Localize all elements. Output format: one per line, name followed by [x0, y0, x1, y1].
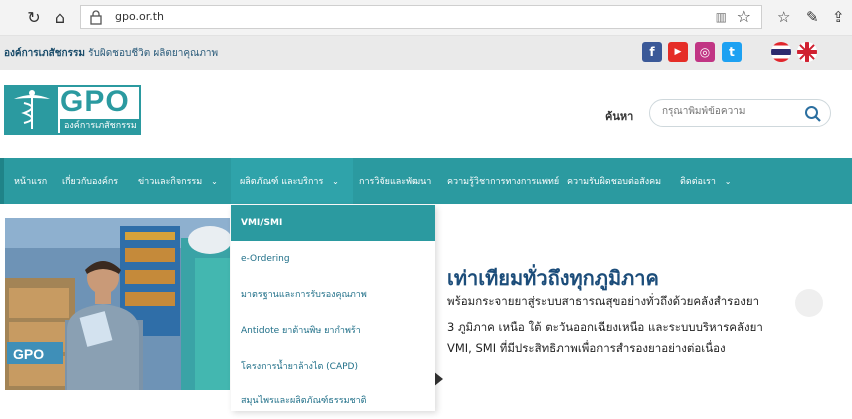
- nav-item-about[interactable]: เกี่ยวกับองค์กร: [62, 174, 118, 188]
- nav-item-label: ข่าวและกิจกรรม: [138, 177, 203, 187]
- favorites-list-icon[interactable]: ☆: [777, 8, 790, 26]
- org-name: องค์การเภสัชกรรม: [4, 48, 85, 59]
- search-label: ค้นหา: [605, 110, 634, 123]
- chevron-down-icon: ⌄: [724, 177, 732, 186]
- nav-item-label: การวิจัยและพัฒนา: [359, 177, 432, 187]
- nav-item-research[interactable]: การวิจัยและพัฒนา: [359, 174, 431, 188]
- nav-item-label: หน้าแรก: [14, 177, 48, 187]
- chevron-down-icon: ⌄: [211, 177, 218, 186]
- nav-item-products[interactable]: ผลิตภัณฑ์ และบริการ ⌄: [240, 174, 339, 188]
- nav-item-home[interactable]: หน้าแรก: [14, 174, 47, 188]
- nav-item-label: ติดต่อเรา: [680, 177, 716, 187]
- main-navigation: หน้าแรก เกี่ยวกับองค์กร ข่าวและกิจกรรม ⌄…: [0, 158, 852, 204]
- top-strip: องค์การเภสัชกรรม รับผิดชอบชีวิต ผลิตยาคุ…: [0, 36, 852, 70]
- nav-item-csr[interactable]: ความรับผิดชอบต่อสังคม: [567, 174, 661, 188]
- url-text: gpo.or.th: [115, 10, 165, 23]
- org-tagline: องค์การเภสัชกรรม รับผิดชอบชีวิต ผลิตยาคุ…: [4, 46, 218, 61]
- dropdown-item-e-ordering[interactable]: e-Ordering: [231, 241, 435, 277]
- gpo-logo[interactable]: GPO องค์การเภสัชกรรม: [4, 85, 141, 135]
- site-header: GPO องค์การเภสัชกรรม ค้นหา: [0, 70, 852, 156]
- instagram-icon[interactable]: ◎: [695, 42, 715, 62]
- box-logo-text: GPO: [13, 346, 44, 362]
- browser-toolbar: ↻ ⌂ gpo.or.th ▥ ☆ ☆ ✎ ⇪: [0, 0, 852, 36]
- chevron-down-icon: ⌄: [332, 177, 339, 186]
- nav-item-contact[interactable]: ติดต่อเรา ⌄: [680, 174, 731, 188]
- lock-icon: [90, 10, 102, 25]
- dropdown-item-herbal-products[interactable]: สมุนไพรและผลิตภัณฑ์ธรรมชาติ: [231, 383, 435, 419]
- caduceus-icon: [6, 87, 58, 133]
- pen-icon[interactable]: ✎: [806, 8, 819, 26]
- dropdown-item-quality-standards[interactable]: มาตรฐานและการรับรองคุณภาพ: [231, 277, 435, 313]
- warehouse-worker-illustration: GPO: [5, 218, 230, 390]
- search-icon[interactable]: [804, 105, 822, 123]
- nav-item-label: เกี่ยวกับองค์กร: [62, 177, 119, 187]
- nav-item-news[interactable]: ข่าวและกิจกรรม ⌄: [138, 174, 218, 188]
- twitter-icon[interactable]: t: [722, 42, 742, 62]
- share-icon[interactable]: ⇪: [832, 8, 845, 26]
- facebook-icon[interactable]: f: [642, 42, 662, 62]
- logo-subtitle: องค์การเภสัชกรรม: [60, 119, 140, 133]
- slogan: รับผิดชอบชีวิต ผลิตยาคุณภาพ: [88, 48, 219, 59]
- search-field[interactable]: [649, 99, 831, 127]
- dropdown-item-vmi-smi[interactable]: VMI/SMI: [231, 205, 435, 241]
- hero-title: เท่าเทียมทั่วถึงทุกภูมิภาค: [447, 266, 659, 290]
- thai-flag-icon[interactable]: [771, 42, 791, 62]
- youtube-icon[interactable]: ▶: [668, 42, 688, 62]
- dropdown-item-capd[interactable]: โครงการน้ำยาล้างไต (CAPD): [231, 349, 435, 385]
- uk-flag-icon[interactable]: [797, 42, 817, 62]
- logo-text: GPO: [60, 85, 130, 118]
- dropdown-item-antidote[interactable]: Antidote ยาต้านพิษ ยากำพร้า: [231, 313, 435, 349]
- slider-next-button[interactable]: [795, 289, 823, 317]
- home-icon[interactable]: ⌂: [50, 8, 70, 28]
- refresh-icon[interactable]: ↻: [24, 8, 44, 28]
- nav-item-medical-knowledge[interactable]: ความรู้วิชาการทางการแพทย์: [447, 174, 559, 188]
- products-dropdown-menu: VMI/SMI e-Ordering มาตรฐานและการรับรองคุ…: [231, 205, 435, 411]
- address-bar[interactable]: gpo.or.th ▥ ☆: [80, 5, 762, 29]
- hero-text-line: 3 ภูมิภาค เหนือ ใต้ ตะวันออกเฉียงเหนือ แ…: [447, 320, 763, 334]
- favorite-star-icon[interactable]: ☆: [737, 7, 751, 26]
- search-input[interactable]: [662, 106, 802, 117]
- reader-view-icon[interactable]: ▥: [716, 10, 727, 24]
- nav-item-label: ความรับผิดชอบต่อสังคม: [567, 177, 662, 187]
- hero-text-line: พร้อมกระจายยาสู่ระบบสาธารณสุขอย่างทั่วถึ…: [447, 294, 760, 308]
- nav-item-label: ความรู้วิชาการทางการแพทย์: [447, 177, 560, 187]
- hero-photo: GPO: [5, 218, 230, 390]
- nav-item-label: ผลิตภัณฑ์ และบริการ: [240, 177, 324, 187]
- nav-active-indicator: [0, 158, 4, 204]
- hero-text-line: VMI, SMI ที่มีประสิทธิภาพเพื่อการสำรองยา…: [447, 341, 726, 355]
